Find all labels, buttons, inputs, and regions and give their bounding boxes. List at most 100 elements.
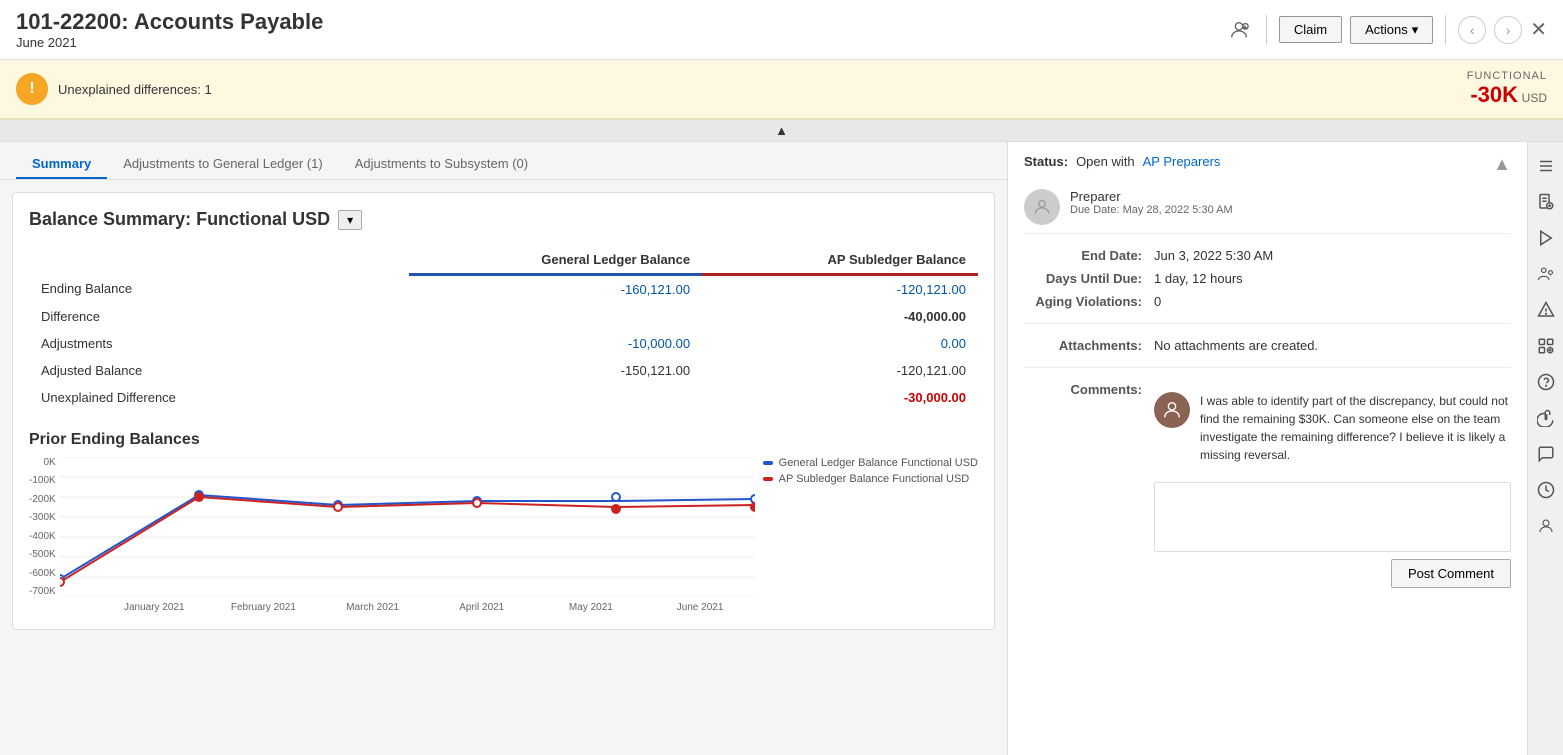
preparer-due: Due Date: May 28, 2022 5:30 AM (1070, 204, 1233, 216)
attachments-value: No attachments are created. (1154, 338, 1318, 353)
x-axis-label: February 2021 (209, 602, 318, 613)
info-row: End Date:Jun 3, 2022 5:30 AM (1024, 244, 1511, 267)
right-sidebar (1527, 142, 1563, 755)
status-text: Open with (1076, 154, 1135, 169)
header-divider (1266, 15, 1267, 45)
comment-block: I was able to identify part of the discr… (1154, 382, 1511, 474)
list-icon-button[interactable] (1530, 150, 1562, 182)
attachments-label: Attachments: (1024, 338, 1154, 353)
info-value: 0 (1154, 294, 1161, 309)
row-gl-value: -150,121.00 (409, 357, 702, 384)
data-icon-button[interactable] (1530, 330, 1562, 362)
col-header-empty (29, 246, 409, 275)
comment-input[interactable] (1154, 482, 1511, 552)
row-gl-value (409, 384, 702, 411)
info-value: Jun 3, 2022 5:30 AM (1154, 248, 1273, 263)
preparer-label: Preparer (1070, 189, 1233, 204)
line-chart (60, 457, 755, 597)
comments-label: Comments: (1024, 382, 1154, 397)
next-button[interactable]: › (1494, 16, 1522, 44)
row-gl-value: -160,121.00 (409, 275, 702, 304)
header-actions: + Claim Actions ▾ ‹ › ✕ (1224, 15, 1547, 45)
play-icon-button[interactable] (1530, 222, 1562, 254)
info-section: End Date:Jun 3, 2022 5:30 AMDays Until D… (1024, 233, 1511, 323)
dropdown-arrow-icon: ▾ (1412, 22, 1419, 38)
preparer-info: Preparer Due Date: May 28, 2022 5:30 AM (1070, 189, 1233, 216)
card-title-text: Balance Summary: Functional USD (29, 209, 330, 230)
previous-button[interactable]: ‹ (1458, 16, 1486, 44)
attachments-row: Attachments: No attachments are created. (1024, 334, 1511, 357)
y-axis-label: -100K (29, 475, 56, 486)
info-key: Days Until Due: (1024, 271, 1154, 286)
status-section: Status: Open with AP Preparers Preparer … (1024, 154, 1233, 233)
status-link[interactable]: AP Preparers (1143, 154, 1221, 169)
paperclip-icon-button[interactable] (1530, 402, 1562, 434)
commenter-avatar (1154, 392, 1190, 428)
tab-summary[interactable]: Summary (16, 150, 107, 179)
actions-button[interactable]: Actions ▾ (1350, 16, 1433, 44)
row-ap-value: -40,000.00 (702, 303, 978, 330)
claim-button[interactable]: Claim (1279, 16, 1342, 43)
y-axis-label: -600K (29, 568, 56, 579)
right-panel-header: Status: Open with AP Preparers Preparer … (1024, 154, 1511, 233)
row-ap-value: -120,121.00 (702, 275, 978, 304)
x-axis-label: March 2021 (318, 602, 427, 613)
chart-legend: General Ledger Balance Functional USD AP… (755, 457, 978, 489)
balance-table: General Ledger Balance AP Subledger Bala… (29, 246, 978, 411)
x-axis-label: June 2021 (645, 602, 754, 613)
help-icon-button[interactable] (1530, 366, 1562, 398)
row-ap-value: -30,000.00 (702, 384, 978, 411)
info-row: Aging Violations:0 (1024, 290, 1511, 313)
row-label: Difference (29, 303, 409, 330)
balance-summary-card: Balance Summary: Functional USD ▾ Genera… (12, 192, 995, 630)
settings-user-icon-button[interactable] (1530, 510, 1562, 542)
user-icon-button[interactable]: + (1224, 15, 1254, 45)
card-title: Balance Summary: Functional USD ▾ (29, 209, 978, 230)
header: 101-22200: Accounts Payable June 2021 + … (0, 0, 1563, 60)
collapse-right-button[interactable]: ▲ (1493, 154, 1511, 175)
balance-dropdown-button[interactable]: ▾ (338, 210, 362, 230)
warning-message: Unexplained differences: 1 (58, 82, 212, 97)
legend-dot-blue (763, 461, 773, 465)
tabs: Summary Adjustments to General Ledger (1… (0, 142, 1007, 180)
post-comment-button[interactable]: Post Comment (1391, 559, 1511, 588)
row-label: Ending Balance (29, 275, 409, 304)
users-settings-icon-button[interactable] (1530, 258, 1562, 290)
tab-adjustments-subsystem[interactable]: Adjustments to Subsystem (0) (339, 150, 544, 179)
functional-usd: USD (1522, 91, 1547, 105)
y-axis-label: -700K (29, 586, 56, 597)
col-header-ap: AP Subledger Balance (702, 246, 978, 275)
table-row: Ending Balance-160,121.00-120,121.00 (29, 275, 978, 304)
info-row: Days Until Due:1 day, 12 hours (1024, 267, 1511, 290)
main-layout: Summary Adjustments to General Ledger (1… (0, 142, 1563, 755)
comments-row: Comments: I was able to identify part of… (1024, 378, 1511, 592)
avatar (1024, 189, 1060, 225)
y-axis-label: -300K (29, 512, 56, 523)
legend-item-gl: General Ledger Balance Functional USD (763, 457, 978, 469)
legend-dot-red (763, 477, 773, 481)
info-value: 1 day, 12 hours (1154, 271, 1243, 286)
document-icon-button[interactable] (1530, 186, 1562, 218)
row-gl-value: -10,000.00 (409, 330, 702, 357)
warning-icon-button[interactable] (1530, 294, 1562, 326)
chat-icon-button[interactable] (1530, 438, 1562, 470)
row-label: Adjustments (29, 330, 409, 357)
legend-gl-label: General Ledger Balance Functional USD (779, 457, 978, 469)
y-axis-label: 0K (29, 457, 56, 468)
row-ap-value: -120,121.00 (702, 357, 978, 384)
collapse-handle[interactable]: ▲ (0, 119, 1563, 142)
status-label: Status: (1024, 154, 1068, 169)
comment-text: I was able to identify part of the discr… (1200, 392, 1511, 464)
warning-bar: ! Unexplained differences: 1 FUNCTIONAL … (0, 60, 1563, 119)
y-axis: 0K-100K-200K-300K-400K-500K-600K-700K (29, 457, 60, 597)
warning-left: ! Unexplained differences: 1 (16, 73, 212, 105)
warning-icon: ! (16, 73, 48, 105)
table-row: Adjusted Balance-150,121.00-120,121.00 (29, 357, 978, 384)
close-button[interactable]: ✕ (1530, 17, 1547, 42)
tab-adjustments-gl[interactable]: Adjustments to General Ledger (1) (107, 150, 338, 179)
y-axis-label: -400K (29, 531, 56, 542)
history-icon-button[interactable] (1530, 474, 1562, 506)
chart-section: Prior Ending Balances 0K-100K-200K-300K-… (29, 431, 978, 613)
page-subtitle: June 2021 (16, 35, 323, 50)
x-labels: January 2021February 2021March 2021April… (60, 602, 755, 613)
